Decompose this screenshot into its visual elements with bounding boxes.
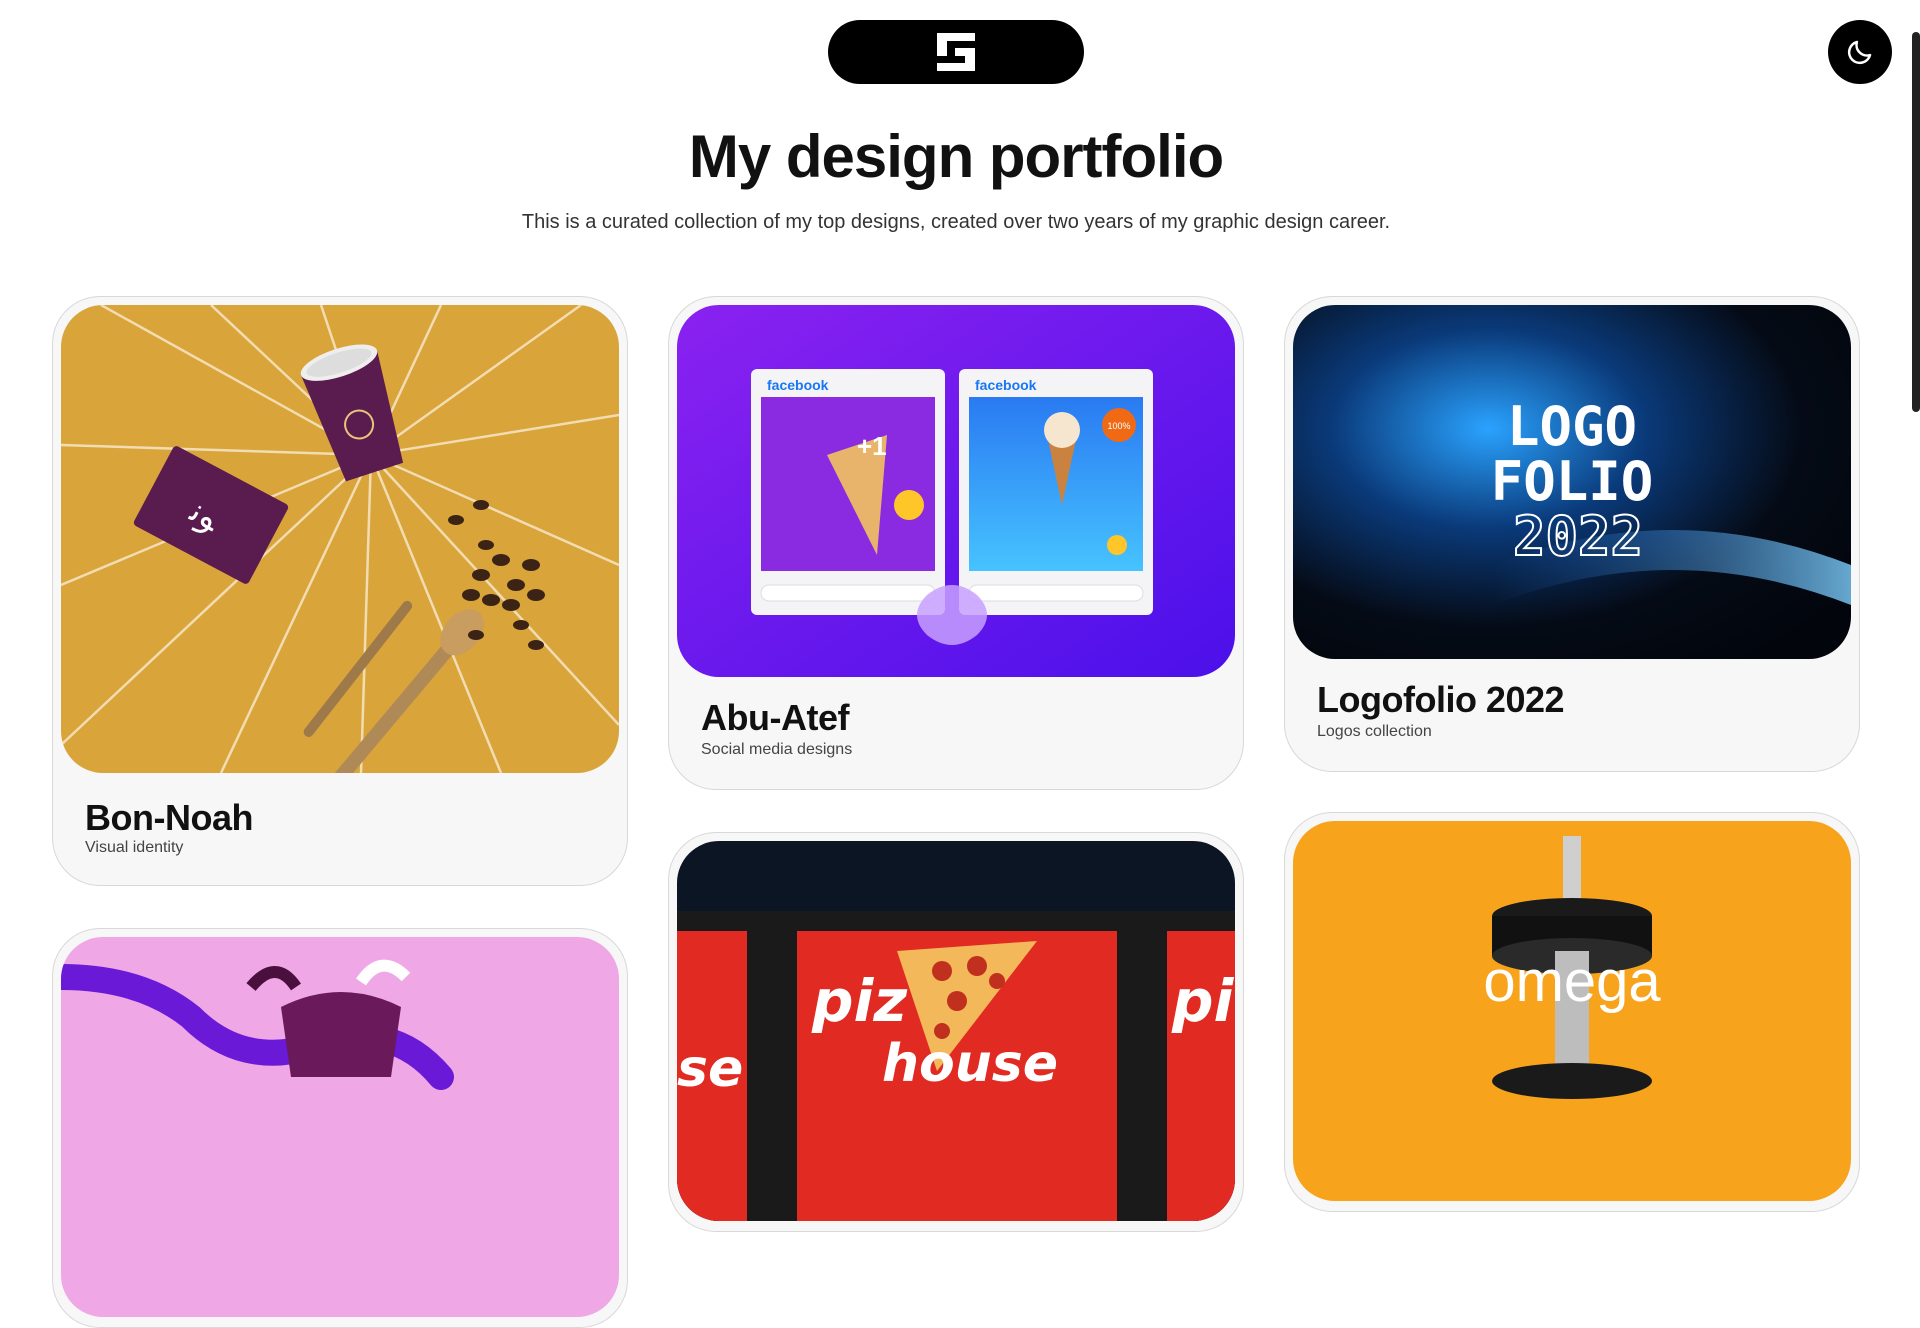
- project-card-bon-noah[interactable]: ﻮﻧ Bon-Noah Visual identity: [52, 296, 628, 886]
- page-subtitle: This is a curated collection of my top d…: [521, 211, 1391, 233]
- brand-s-logo-icon: [937, 33, 975, 71]
- svg-text:2022: 2022: [1513, 505, 1643, 568]
- project-thumbnail: [61, 937, 619, 1317]
- moon-icon: [1847, 40, 1872, 65]
- project-card-4[interactable]: [52, 928, 628, 1328]
- home-logo-button[interactable]: [828, 20, 1084, 84]
- project-thumbnail: facebook +1 facebook 100%: [677, 305, 1235, 677]
- svg-text:facebook: facebook: [975, 377, 1037, 393]
- project-card-logofolio-2022[interactable]: LOGO FOLIO 2022 Logofolio 2022 Logos col…: [1284, 296, 1860, 772]
- theme-toggle-button[interactable]: [1828, 20, 1892, 84]
- scrollbar-thumb[interactable]: [1912, 32, 1920, 412]
- project-subtitle: Logos collection: [1317, 723, 1432, 740]
- project-thumbnail: LOGO FOLIO 2022: [1293, 305, 1851, 659]
- svg-text:100%: 100%: [1107, 421, 1130, 431]
- project-thumbnail: ﻮﻧ: [61, 305, 619, 773]
- project-card-6[interactable]: omega: [1284, 812, 1860, 1212]
- svg-text:FOLIO: FOLIO: [1491, 450, 1654, 513]
- svg-text:pi: pi: [1171, 967, 1235, 1035]
- svg-text:LOGO: LOGO: [1507, 395, 1637, 458]
- project-card-abu-atef[interactable]: facebook +1 facebook 100% Abu-Atef Socia…: [668, 296, 1244, 790]
- project-thumbnail: omega: [1293, 821, 1851, 1201]
- project-title: Bon-Noah: [85, 797, 253, 838]
- svg-text:house: house: [882, 1034, 1058, 1094]
- project-title: Logofolio 2022: [1317, 679, 1565, 720]
- svg-text:omega: omega: [1483, 949, 1661, 1014]
- svg-text:se: se: [677, 1039, 743, 1099]
- page-title: My design portfolio: [688, 123, 1224, 190]
- svg-text:+1: +1: [857, 431, 887, 461]
- svg-text:facebook: facebook: [767, 377, 829, 393]
- project-subtitle: Visual identity: [85, 839, 184, 856]
- svg-text:piz: piz: [811, 967, 907, 1035]
- project-subtitle: Social media designs: [701, 741, 853, 758]
- project-thumbnail: piz house pi se: [677, 841, 1235, 1221]
- project-card-5[interactable]: piz house pi se: [668, 832, 1244, 1232]
- project-title: Abu-Atef: [701, 697, 849, 738]
